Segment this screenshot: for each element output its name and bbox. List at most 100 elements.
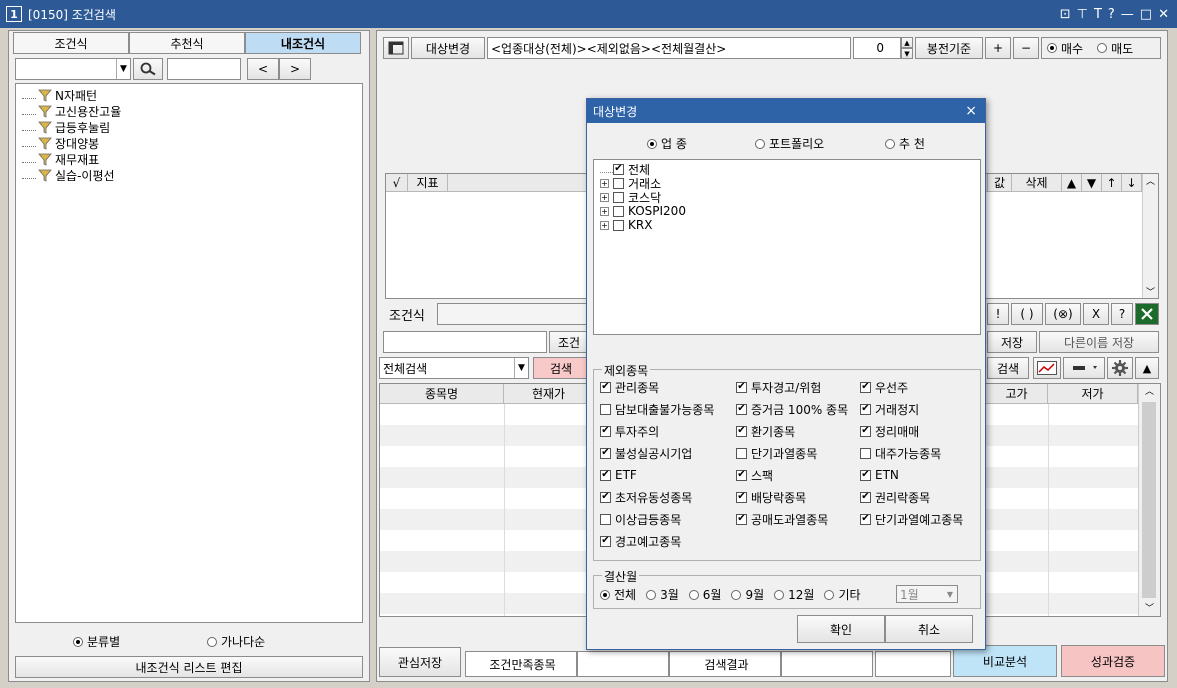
save-button[interactable]: 저장 [987,331,1037,353]
radio-sell[interactable]: 매도 [1097,40,1133,57]
scroll-thumb[interactable] [1142,402,1156,598]
tree-item[interactable]: 장대양봉 [22,135,362,151]
radio-portfolio[interactable]: 포트폴리오 [755,135,824,152]
settle-radio[interactable]: 전체 [600,586,636,603]
checkbox[interactable] [613,205,624,217]
exclude-checkbox[interactable]: ✔ 정리매매 [860,422,980,440]
col-stock-name[interactable]: 종목명 [380,384,504,404]
spin-up-icon[interactable]: ▲ [901,37,913,48]
window-control-0[interactable]: ⊡ [1060,7,1071,22]
watch-save-button[interactable]: 관심저장 [379,647,461,677]
tab-recommend[interactable]: 추천식 [129,32,245,54]
collapse-up-icon[interactable]: ▲ [1135,357,1159,379]
settle-radio[interactable]: 3월 [646,586,679,603]
window-control-5[interactable]: □ [1140,7,1152,22]
exclude-checkbox[interactable]: ✔ 관리종목 [600,378,736,396]
op-x-button[interactable]: X [1083,303,1109,325]
dialog-titlebar[interactable]: 대상변경 × [587,99,985,123]
run-search-button[interactable]: 검색 [533,357,589,379]
results-scrollbar[interactable]: ︿ ﹀ [1138,384,1160,616]
prev-button[interactable]: < [247,58,279,80]
condition-button[interactable]: 조건 [549,331,589,353]
layout-icon-button[interactable] [383,37,409,59]
exclude-checkbox[interactable]: ✔ 증거금 100% 종목 [736,400,860,418]
tab-my-condition[interactable]: 내조건식 [245,32,361,54]
exclude-checkbox[interactable]: ✔ 우선주 [860,378,980,396]
expand-plus-icon[interactable]: + [600,206,609,216]
exclude-checkbox[interactable]: 이상급등종목 [600,510,736,528]
tree-item[interactable]: 급등후눌림 [22,119,362,135]
check-col-header[interactable]: √ [386,174,408,192]
search-button[interactable] [133,58,163,80]
exclude-checkbox[interactable]: ✔ 경고예고종목 [600,532,736,550]
col-low-price[interactable]: 저가 [1048,384,1138,404]
exclude-checkbox[interactable]: ✔ 거래정지 [860,400,980,418]
window-titlebar[interactable]: 1 [0150] 조건검색 ⊡ ⊤ T? — □ ✕ [0,0,1177,28]
condition-name-field[interactable] [383,331,547,353]
radio-category[interactable]: 분류별 [73,633,120,650]
exclude-checkbox[interactable]: ✔ 공매도과열종목 [736,510,860,528]
checkbox[interactable] [613,219,624,231]
exclude-checkbox[interactable]: ✔ 불성실공시기업 [600,444,736,462]
radio-buy[interactable]: 매수 [1047,40,1083,57]
radio-alpha[interactable]: 가나다순 [207,633,265,650]
sector-tree-item[interactable]: + KOSPI200 [600,204,980,218]
spin-down-icon[interactable]: ▼ [901,48,913,59]
settle-radio[interactable]: 9월 [731,586,764,603]
delete-col-header[interactable]: 삭제 [1012,174,1062,192]
tree-item[interactable]: N자패턴 [22,87,362,103]
edit-list-button[interactable]: 내조건식 리스트 편집 [15,656,363,678]
move-top-icon[interactable]: ↑ [1102,174,1122,192]
candle-spinner[interactable]: 0 [853,37,901,59]
tab-satisfied-stocks[interactable]: 조건만족종목 [465,651,577,677]
op-help-button[interactable]: ? [1111,303,1133,325]
tree-item[interactable]: 고신용잔고율 [22,103,362,119]
candle-basis-button[interactable]: 봉전기준 [915,37,983,59]
radio-sector[interactable]: 업 종 [647,135,687,152]
month-select[interactable]: 1월 ▼ [896,585,958,603]
op-paren-button[interactable]: ( ) [1011,303,1043,325]
category-select[interactable]: ▼ [15,58,131,80]
exclude-checkbox[interactable]: ✔ 투자주의 [600,422,736,440]
chart-button[interactable] [1033,357,1061,379]
window-control-1[interactable]: ⊤ [1077,7,1088,22]
checkbox[interactable]: ✔ [613,163,624,175]
settings-button[interactable] [1107,357,1133,379]
grid-scrollbar[interactable]: ︿ ﹀ [1142,174,1158,298]
radio-recommend[interactable]: 추 천 [885,135,925,152]
window-control-4[interactable]: — [1121,7,1134,22]
col-high-price[interactable]: 고가 [986,384,1048,404]
settle-radio[interactable]: 12월 [774,586,814,603]
expand-plus-icon[interactable]: + [600,220,609,230]
exclude-checkbox[interactable]: ✔ 배당락종목 [736,488,860,506]
exclude-checkbox[interactable]: ✔ 환기종목 [736,422,860,440]
save-as-button[interactable]: 다른이름 저장 [1039,331,1159,353]
tree-item[interactable]: 실습-이평선 [22,167,362,183]
move-up-icon[interactable]: ▲ [1062,174,1082,192]
exclude-checkbox[interactable]: ✔ ETF [600,466,736,484]
window-control-6[interactable]: ✕ [1158,7,1169,22]
search-input[interactable] [167,58,241,80]
exclude-checkbox[interactable]: 대주가능종목 [860,444,980,462]
exclude-checkbox[interactable]: 단기과열종목 [736,444,860,462]
settle-radio[interactable]: 6월 [688,586,721,603]
exclude-checkbox[interactable]: ✔ 스팩 [736,466,860,484]
tree-item[interactable]: 재무재표 [22,151,362,167]
exclude-checkbox[interactable]: ✔ 초저유동성종목 [600,488,736,506]
window-control-3[interactable]: ? [1108,7,1115,22]
window-control-2[interactable]: T [1094,7,1102,22]
expand-plus-icon[interactable]: + [600,178,609,188]
scroll-up-icon[interactable]: ︿ [1139,384,1160,397]
tab-condition[interactable]: 조건식 [13,32,129,54]
exclude-checkbox[interactable]: ✔ ETN [860,466,980,484]
col-current-price[interactable]: 현재가 [504,384,594,404]
tab-search-results[interactable]: 검색결과 [669,651,781,677]
value-col-header[interactable]: 값 [988,174,1012,192]
op-xor-button[interactable]: (⊗) [1045,303,1081,325]
cancel-button[interactable]: 취소 [885,615,973,643]
checkbox[interactable] [613,177,624,189]
op-not-button[interactable]: ! [987,303,1009,325]
exclude-checkbox[interactable]: ✔ 단기과열예고종목 [860,510,980,528]
search-button-2[interactable]: 검색 [987,357,1029,379]
scroll-down-icon[interactable]: ﹀ [1143,285,1158,298]
